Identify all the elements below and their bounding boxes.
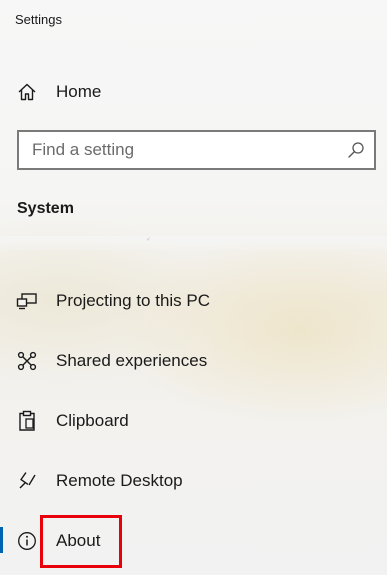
nav-item-remote-desktop[interactable]: Remote Desktop [0, 451, 387, 511]
scroll-fade [0, 236, 387, 250]
app-title: Settings [15, 12, 62, 27]
nav-item-shared-experiences[interactable]: Shared experiences [0, 331, 387, 391]
search-icon[interactable] [347, 141, 365, 159]
section-heading: System [17, 200, 74, 217]
shared-experiences-icon [16, 350, 38, 372]
nav-item-home-label: Home [56, 82, 102, 101]
nav-item-projecting-label: Projecting to this PC [56, 291, 211, 310]
home-icon [16, 81, 38, 103]
nav-item-clipboard[interactable]: Clipboard [0, 391, 387, 451]
scrolled-partial-item [0, 236, 387, 250]
nav-item-projecting[interactable]: Projecting to this PC [0, 271, 387, 331]
projector-icon [16, 290, 38, 312]
search-input[interactable] [32, 140, 332, 160]
remote-desktop-icon [16, 470, 38, 492]
nav-item-remote-desktop-label: Remote Desktop [56, 471, 183, 490]
search-box[interactable] [17, 130, 376, 170]
nav-item-home[interactable]: Home [0, 62, 387, 122]
nav-item-clipboard-label: Clipboard [56, 411, 129, 430]
nav-item-shared-experiences-label: Shared experiences [56, 351, 208, 370]
annotation-highlight-box [40, 515, 122, 568]
info-icon [16, 530, 38, 552]
clipboard-icon [16, 410, 38, 432]
